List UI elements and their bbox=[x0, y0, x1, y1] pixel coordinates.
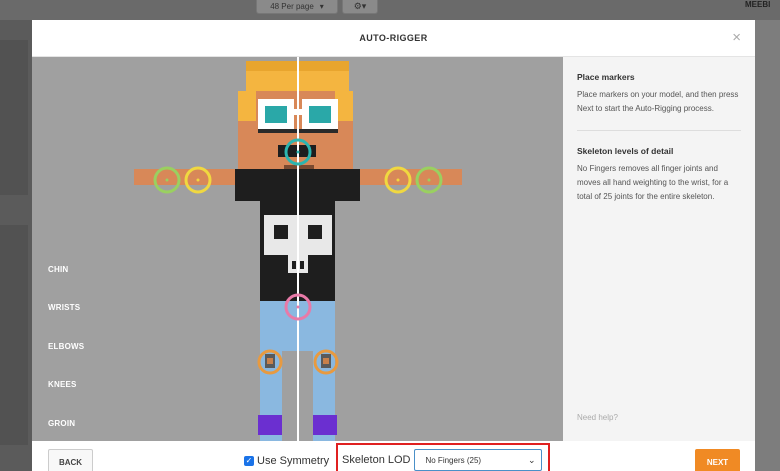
skeleton-lod-heading: Skeleton levels of detail bbox=[577, 146, 674, 156]
background-tile bbox=[0, 225, 28, 445]
skeleton-lod-label: Skeleton LOD bbox=[342, 454, 411, 466]
panel-divider bbox=[577, 130, 741, 131]
auto-rigger-modal: AUTO-RIGGER × CHIN WRISTS ELBOWS KNEES G… bbox=[32, 20, 755, 471]
background-toolbar bbox=[0, 0, 780, 20]
use-symmetry-checkbox[interactable]: ✓ Use Symmetry bbox=[244, 455, 329, 467]
close-icon[interactable]: × bbox=[732, 30, 741, 45]
character-model bbox=[134, 57, 462, 441]
per-page-select[interactable]: 48 Per page ▾ bbox=[256, 0, 338, 14]
modal-header: AUTO-RIGGER × bbox=[32, 20, 755, 57]
marker-label-groin[interactable]: GROIN bbox=[48, 419, 75, 428]
instructions-panel: Place markers Place markers on your mode… bbox=[563, 57, 755, 441]
skeleton-lod-select[interactable]: No Fingers (25) ⌄ bbox=[414, 449, 543, 471]
per-page-label: 48 Per page bbox=[270, 2, 314, 11]
modal-title: AUTO-RIGGER bbox=[359, 33, 428, 43]
marker-label-wrists[interactable]: WRISTS bbox=[48, 303, 80, 312]
user-name: MEEBI bbox=[745, 0, 771, 9]
back-button[interactable]: BACK bbox=[48, 449, 93, 471]
place-markers-heading: Place markers bbox=[577, 72, 635, 82]
use-symmetry-label: Use Symmetry bbox=[257, 455, 330, 467]
skeleton-lod-highlight: Skeleton LOD No Fingers (25) ⌄ bbox=[336, 443, 550, 471]
checkbox-checked-icon[interactable]: ✓ bbox=[244, 456, 254, 466]
background-tile bbox=[0, 40, 28, 195]
chevron-down-icon: ⌄ bbox=[527, 454, 536, 465]
skeleton-lod-text: No Fingers removes all finger joints and… bbox=[577, 164, 729, 201]
chevron-down-icon: ▾ bbox=[319, 2, 324, 11]
skeleton-lod-value: No Fingers (25) bbox=[425, 455, 482, 465]
model-viewport[interactable]: CHIN WRISTS ELBOWS KNEES GROIN bbox=[32, 57, 563, 441]
background-right-panel bbox=[755, 20, 780, 471]
place-markers-text: Place markers on your model, and then pr… bbox=[577, 90, 739, 113]
marker-label-chin[interactable]: CHIN bbox=[48, 265, 68, 274]
modal-footer: BACK ✓ Use Symmetry Skeleton LOD No Fing… bbox=[32, 441, 755, 471]
marker-label-elbows[interactable]: ELBOWS bbox=[48, 342, 84, 351]
gear-icon[interactable]: ⚙▾ bbox=[342, 0, 378, 14]
marker-label-knees[interactable]: KNEES bbox=[48, 380, 77, 389]
next-button[interactable]: NEXT bbox=[695, 449, 740, 471]
need-help-link[interactable]: Need help? bbox=[577, 413, 618, 422]
